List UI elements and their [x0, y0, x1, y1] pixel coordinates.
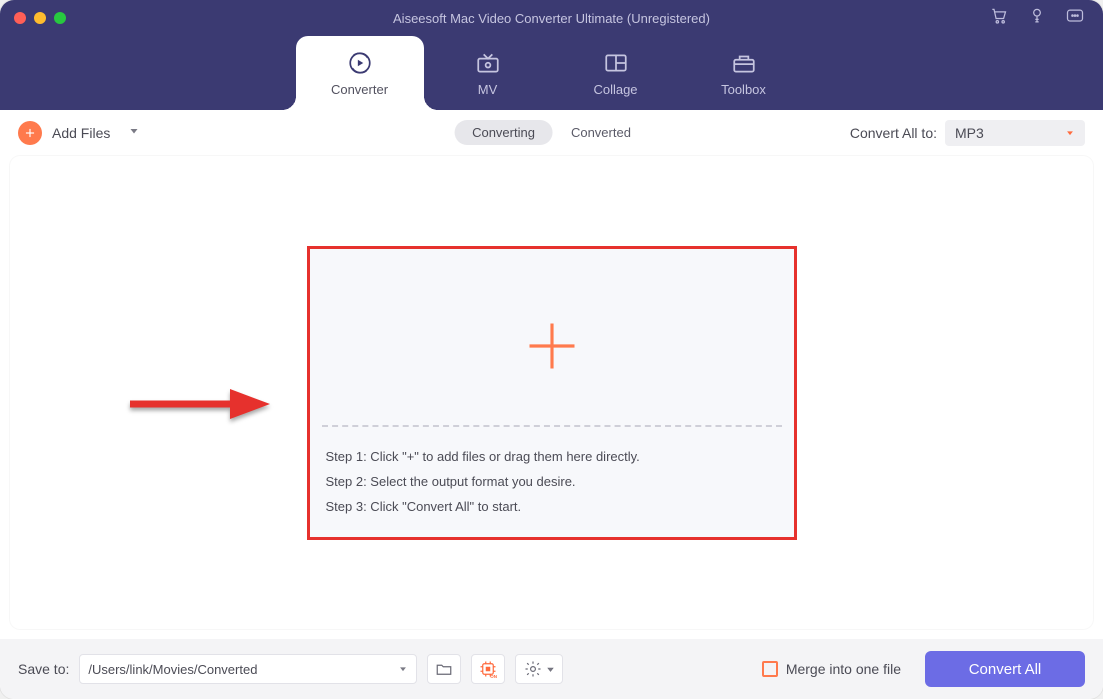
status-segment: Converting Converted	[454, 120, 649, 145]
settings-button[interactable]	[515, 654, 563, 684]
window-title: Aiseesoft Mac Video Converter Ultimate (…	[0, 11, 1103, 26]
toolbar: Add Files Converting Converted Convert A…	[0, 110, 1103, 156]
plus-icon	[18, 121, 42, 145]
main-tab-bar: Converter MV Collage Toolbox	[0, 36, 1103, 110]
save-path-value: /Users/link/Movies/Converted	[88, 662, 257, 677]
chevron-down-icon[interactable]	[128, 124, 140, 142]
chip-icon: ON	[479, 660, 497, 678]
chevron-down-icon	[398, 664, 408, 674]
converter-icon	[347, 50, 373, 76]
key-icon[interactable]	[1027, 6, 1047, 31]
close-window-button[interactable]	[14, 12, 26, 24]
convert-all-button[interactable]: Convert All	[925, 651, 1085, 687]
svg-text:ON: ON	[491, 674, 498, 678]
step-text: Step 2: Select the output format you des…	[326, 474, 778, 489]
tab-label: MV	[478, 82, 498, 97]
chevron-down-icon	[546, 665, 555, 674]
app-window: Aiseesoft Mac Video Converter Ultimate (…	[0, 0, 1103, 699]
tab-toolbox[interactable]: Toolbox	[680, 36, 808, 110]
segment-converting[interactable]: Converting	[454, 120, 553, 145]
gear-icon	[524, 660, 542, 678]
add-files-label: Add Files	[52, 125, 110, 141]
maximize-window-button[interactable]	[54, 12, 66, 24]
output-format-select[interactable]: MP3	[945, 120, 1085, 146]
cart-icon[interactable]	[989, 6, 1009, 31]
open-folder-button[interactable]	[427, 654, 461, 684]
window-controls	[0, 12, 66, 24]
tab-collage[interactable]: Collage	[552, 36, 680, 110]
instruction-steps: Step 1: Click "+" to add files or drag t…	[326, 449, 778, 514]
step-text: Step 1: Click "+" to add files or drag t…	[326, 449, 778, 464]
add-plus-icon[interactable]	[525, 319, 579, 378]
tab-label: Toolbox	[721, 82, 766, 97]
toolbox-icon	[731, 50, 757, 76]
save-to-label: Save to:	[18, 661, 69, 677]
divider	[322, 425, 782, 427]
tab-label: Collage	[593, 82, 637, 97]
tab-mv[interactable]: MV	[424, 36, 552, 110]
merge-checkbox[interactable]: Merge into one file	[762, 661, 901, 677]
title-bar-actions	[989, 6, 1103, 31]
collage-icon	[603, 50, 629, 76]
main-panel: Step 1: Click "+" to add files or drag t…	[10, 156, 1093, 629]
chevron-down-icon	[1065, 128, 1075, 138]
gpu-accel-button[interactable]: ON	[471, 654, 505, 684]
minimize-window-button[interactable]	[34, 12, 46, 24]
tab-converter[interactable]: Converter	[296, 36, 424, 110]
tab-label: Converter	[331, 82, 388, 97]
bottom-bar: Save to: /Users/link/Movies/Converted ON…	[0, 639, 1103, 699]
feedback-icon[interactable]	[1065, 6, 1085, 31]
checkbox-icon	[762, 661, 778, 677]
step-text: Step 3: Click "Convert All" to start.	[326, 499, 778, 514]
mv-icon	[475, 50, 501, 76]
convert-all-to-label: Convert All to:	[850, 125, 937, 141]
output-format-value: MP3	[955, 125, 984, 141]
add-files-button[interactable]: Add Files	[18, 121, 140, 145]
drop-zone[interactable]: Step 1: Click "+" to add files or drag t…	[307, 246, 797, 540]
merge-label: Merge into one file	[786, 661, 901, 677]
annotation-arrow	[122, 379, 272, 429]
segment-converted[interactable]: Converted	[553, 120, 649, 145]
save-path-select[interactable]: /Users/link/Movies/Converted	[79, 654, 417, 684]
folder-icon	[435, 660, 453, 678]
title-bar: Aiseesoft Mac Video Converter Ultimate (…	[0, 0, 1103, 36]
convert-all-to: Convert All to: MP3	[850, 120, 1085, 146]
